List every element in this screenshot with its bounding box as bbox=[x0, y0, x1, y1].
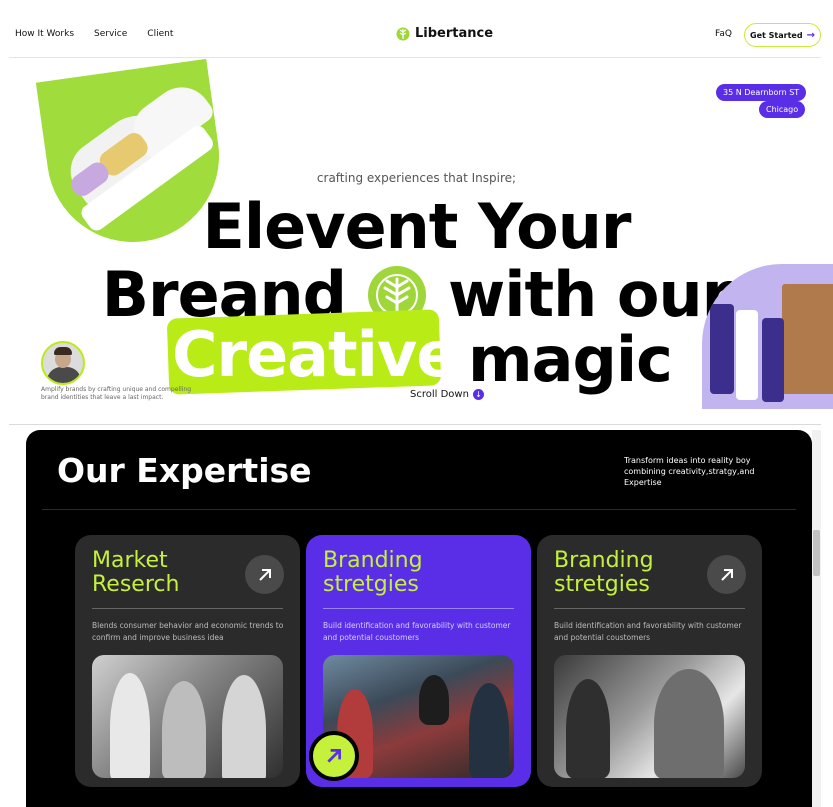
card-title: Market Reserch bbox=[92, 548, 180, 598]
hero-tagline: crafting experiences that Inspire; bbox=[316, 171, 517, 185]
headline-magic: magic bbox=[468, 323, 673, 396]
card-description: Build identification and favorability wi… bbox=[323, 621, 511, 643]
expertise-divider bbox=[42, 509, 796, 510]
scroll-down-link[interactable]: Scroll Down ↓ bbox=[410, 389, 484, 400]
card-description: Build identification and favorability wi… bbox=[554, 621, 742, 643]
hero-divider bbox=[9, 424, 821, 425]
scroll-down-label: Scroll Down bbox=[410, 389, 469, 400]
logo[interactable]: Libertance bbox=[396, 26, 493, 41]
city-badge: Chicago bbox=[759, 101, 806, 118]
card-title: Branding stretgies bbox=[554, 548, 654, 598]
card-divider bbox=[554, 608, 745, 609]
expertise-card-branding-1[interactable]: Branding stretgies Build identification … bbox=[306, 535, 531, 787]
get-started-label: Get Started bbox=[750, 30, 803, 40]
expertise-title: Our Expertise bbox=[57, 451, 312, 490]
arrow-right-icon: → bbox=[806, 29, 815, 41]
card-divider bbox=[92, 608, 283, 609]
address-badge: 35 N Dearnborn ST bbox=[716, 84, 807, 101]
team-meeting-photo bbox=[92, 655, 283, 778]
expertise-card-market-research[interactable]: Market Reserch Blends consumer behavior … bbox=[75, 535, 300, 787]
scrollbar-thumb[interactable] bbox=[813, 530, 820, 576]
expertise-card-branding-2[interactable]: Branding stretgies Build identification … bbox=[537, 535, 762, 787]
avatar bbox=[41, 341, 85, 385]
nav-link-faq[interactable]: FaQ bbox=[715, 29, 732, 39]
headline-line-1: Elevent Your bbox=[202, 190, 632, 263]
get-started-button[interactable]: Get Started → bbox=[744, 23, 821, 47]
expertise-description: Transform ideas into reality boy combini… bbox=[624, 456, 755, 488]
page-scrollbar[interactable] bbox=[812, 430, 821, 807]
logo-text: Libertance bbox=[415, 26, 494, 41]
avatar-caption: Amplify brands by crafting unique and co… bbox=[41, 386, 192, 402]
leaf-logo-icon bbox=[396, 27, 410, 40]
card-divider bbox=[323, 608, 514, 609]
nav-link-service[interactable]: Service bbox=[94, 29, 127, 39]
arrow-up-right-icon[interactable] bbox=[309, 731, 359, 781]
nav-divider bbox=[9, 57, 821, 58]
headline-creative: Creative bbox=[172, 318, 458, 391]
nav-link-client[interactable]: Client bbox=[147, 29, 173, 39]
card-description: Blends consumer behavior and economic tr… bbox=[92, 621, 284, 643]
arrow-down-icon: ↓ bbox=[472, 389, 484, 400]
headline-with-our: with our bbox=[448, 258, 732, 331]
arrow-up-right-icon[interactable] bbox=[707, 555, 746, 594]
arrow-up-right-icon[interactable] bbox=[245, 555, 284, 594]
card-title: Branding stretgies bbox=[323, 548, 423, 598]
expertise-section: Our Expertise Transform ideas into reali… bbox=[26, 430, 812, 807]
top-nav: How It Works Service Client Libertance F… bbox=[0, 0, 833, 58]
nav-links: How It Works Service Client bbox=[15, 29, 173, 39]
graffiti-wall-photo bbox=[554, 655, 745, 778]
nav-link-how-it-works[interactable]: How It Works bbox=[15, 29, 74, 39]
